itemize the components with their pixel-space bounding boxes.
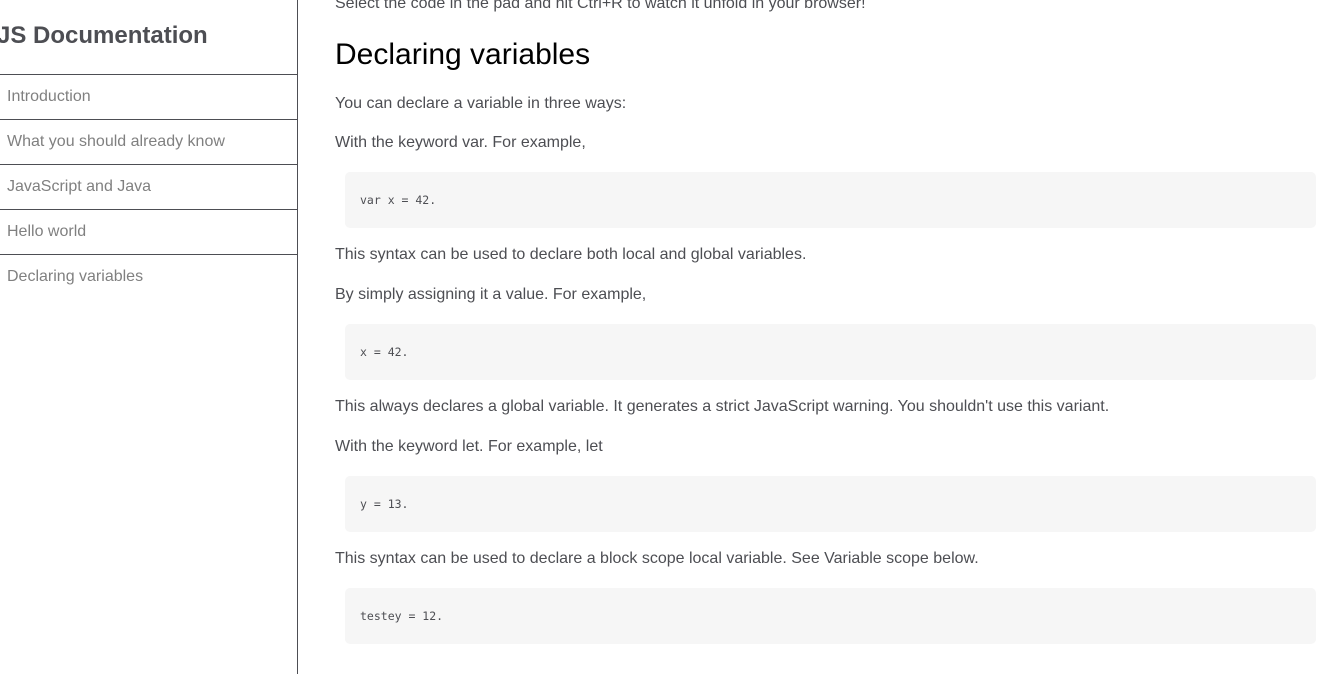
nav-link-declaring-variables[interactable]: Declaring variables — [0, 255, 297, 299]
nav-link-introduction[interactable]: Introduction — [0, 75, 297, 120]
navbar: JS Documentation Introduction What you s… — [0, 0, 298, 674]
code-block: x = 42. — [345, 324, 1316, 380]
paragraph: With the keyword let. For example, let — [335, 438, 603, 455]
nav-item: Introduction — [0, 75, 297, 120]
paragraph: By simply assigning it a value. For exam… — [335, 286, 647, 303]
nav-item: Hello world — [0, 210, 297, 255]
navbar-title: JS Documentation — [0, 22, 208, 49]
paragraph: With the keyword var. For example, — [335, 134, 586, 151]
paragraph: This syntax can be used to declare both … — [335, 246, 807, 263]
nav-link-javascript-and-java[interactable]: JavaScript and Java — [0, 165, 297, 210]
section-title: Declaring variables — [335, 38, 591, 71]
nav-list: Introduction What you should already kno… — [0, 74, 297, 299]
main-doc: Select the code in the pad and hit Ctrl+… — [335, 0, 1316, 674]
nav-item: Declaring variables — [0, 255, 297, 299]
nav-item: What you should already know — [0, 120, 297, 165]
previous-section-text: Select the code in the pad and hit Ctrl+… — [335, 0, 866, 12]
nav-item: JavaScript and Java — [0, 165, 297, 210]
paragraph: This always declares a global variable. … — [335, 398, 1110, 415]
nav-link-hello-world[interactable]: Hello world — [0, 210, 297, 255]
code-block: var x = 42. — [345, 172, 1316, 228]
nav-link-what-you-should-already-know[interactable]: What you should already know — [0, 120, 297, 165]
code-block: testey = 12. — [345, 588, 1316, 644]
paragraph: You can declare a variable in three ways… — [335, 95, 627, 112]
page: JS Documentation Introduction What you s… — [0, 0, 1344, 674]
paragraph: This syntax can be used to declare a blo… — [335, 550, 979, 567]
code-block: y = 13. — [345, 476, 1316, 532]
